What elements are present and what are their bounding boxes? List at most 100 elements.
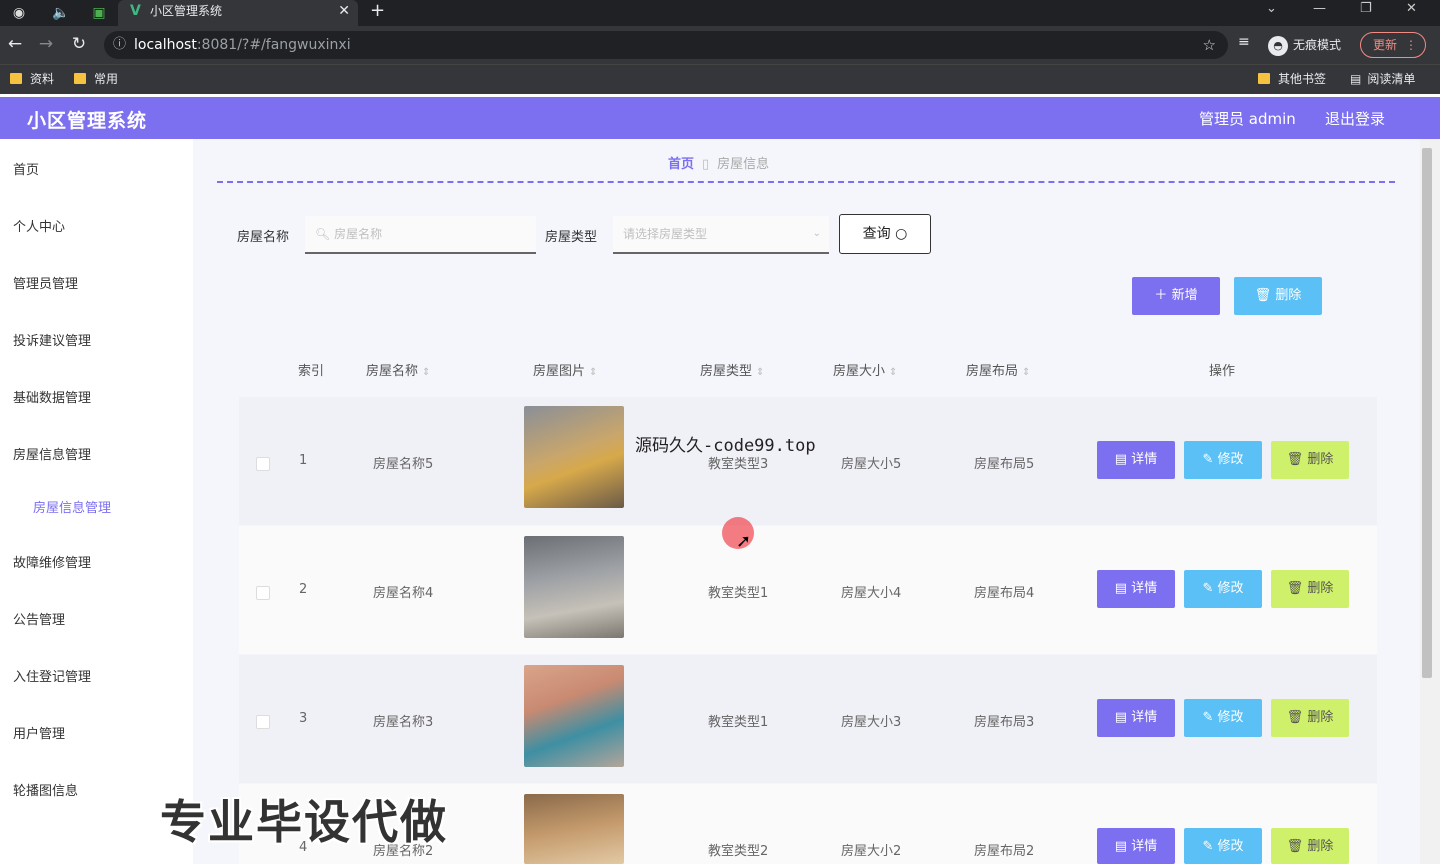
search-icon: 🔍︎: [315, 227, 331, 241]
edit-button[interactable]: ✎ 修改: [1184, 828, 1262, 864]
sort-icon[interactable]: ⇕: [422, 367, 430, 378]
breadcrumb-separator-icon: ▯: [702, 157, 710, 172]
row-checkbox[interactable]: [256, 457, 270, 471]
logout-link[interactable]: 退出登录: [1325, 108, 1385, 129]
document-icon: ▤: [1114, 839, 1128, 854]
col-size[interactable]: 房屋大小 ⇕: [833, 360, 897, 379]
reading-list-icon[interactable]: ≡: [1238, 34, 1250, 50]
detail-button[interactable]: ▤ 详情: [1097, 828, 1175, 864]
query-button[interactable]: 查询 ○: [839, 214, 931, 254]
pencil-icon: ✎: [1202, 452, 1214, 467]
house-photo: [524, 406, 624, 508]
trash-icon: 🗑︎: [1254, 288, 1272, 303]
vue-logo-icon: V: [130, 3, 141, 19]
row-name: 房屋名称3: [373, 715, 434, 730]
add-button[interactable]: ＋ 新增: [1132, 277, 1220, 315]
url-field[interactable]: ⓘ localhost:8081/?#/fangwuxinxi ☆: [104, 31, 1228, 59]
house-type-select[interactable]: 请选择房屋类型 ⌄: [613, 216, 829, 254]
sort-icon[interactable]: ⇕: [756, 367, 764, 378]
new-tab-icon[interactable]: +: [370, 0, 385, 22]
row-checkbox[interactable]: [256, 586, 270, 600]
col-image[interactable]: 房屋图片 ⇕: [533, 360, 597, 379]
divider: [217, 181, 1395, 183]
tab-close-icon[interactable]: ✕: [338, 0, 350, 22]
speaker-icon[interactable]: 🔈: [50, 2, 72, 24]
sidebar-item-checkin[interactable]: 入住登记管理: [13, 666, 91, 685]
browser-tab[interactable]: V 小区管理系统 ✕: [118, 0, 358, 26]
sidebar-item-carousel[interactable]: 轮播图信息: [13, 780, 78, 799]
plus-icon: ＋: [1154, 288, 1168, 303]
house-type-label: 房屋类型: [545, 230, 598, 245]
detail-button[interactable]: ▤ 详情: [1097, 441, 1175, 479]
trash-icon: 🗑︎: [1286, 710, 1304, 725]
bookmark-folder-2[interactable]: 常用: [74, 71, 118, 87]
tab-favicon-icon[interactable]: ▣: [88, 2, 110, 24]
sidebar-item-notices[interactable]: 公告管理: [13, 609, 65, 628]
url-host: localhost: [134, 37, 197, 53]
house-name-input[interactable]: 🔍︎ 房屋名称: [305, 216, 536, 254]
row-layout: 房屋布局4: [974, 586, 1035, 601]
window-close-icon[interactable]: ✕: [1406, 0, 1417, 18]
sidebar-item-complaints[interactable]: 投诉建议管理: [13, 330, 91, 349]
row-checkbox[interactable]: [256, 715, 270, 729]
sort-icon[interactable]: ⇕: [1022, 367, 1030, 378]
incognito-indicator[interactable]: ◓ 无痕模式: [1268, 34, 1341, 56]
folder-icon: [74, 73, 86, 84]
sidebar-item-houses[interactable]: 房屋信息管理: [13, 444, 91, 463]
edit-button[interactable]: ✎ 修改: [1184, 441, 1262, 479]
folder-icon: [1258, 73, 1270, 84]
sidebar-item-home[interactable]: 首页: [13, 159, 39, 178]
other-bookmarks[interactable]: 其他书签: [1258, 71, 1326, 87]
update-label: 更新: [1373, 38, 1398, 52]
delete-button[interactable]: 🗑︎ 删除: [1271, 570, 1349, 608]
reading-list[interactable]: ▤ 阅读清单: [1350, 71, 1415, 87]
app-header: 小区管理系统 管理员 admin 退出登录: [0, 97, 1440, 139]
sidebar-item-profile[interactable]: 个人中心: [13, 216, 65, 235]
batch-delete-button[interactable]: 🗑︎ 删除: [1234, 277, 1322, 315]
trash-icon: 🗑︎: [1286, 839, 1304, 854]
sidebar-subitem-houses[interactable]: 房屋信息管理: [33, 497, 111, 516]
row-name: 房屋名称5: [373, 457, 434, 472]
tab-search-icon[interactable]: ⌄: [1266, 0, 1277, 18]
col-layout[interactable]: 房屋布局 ⇕: [966, 360, 1030, 379]
col-type[interactable]: 房屋类型 ⇕: [700, 360, 764, 379]
edit-button[interactable]: ✎ 修改: [1184, 699, 1262, 737]
house-photo: [524, 536, 624, 638]
row-layout: 房屋布局2: [974, 844, 1035, 859]
browser-menu-icon[interactable]: ◉: [8, 2, 30, 24]
bookmarks-bar: 资料 常用 其他书签 ▤ 阅读清单: [0, 64, 1440, 94]
sidebar-item-base-data[interactable]: 基础数据管理: [13, 387, 91, 406]
table-row: 2 房屋名称4 教室类型1 房屋大小4 房屋布局4 ▤ 详情 ✎ 修改 🗑︎ 删…: [239, 526, 1377, 654]
current-user: 管理员 admin: [1199, 110, 1296, 128]
minimize-icon[interactable]: —: [1313, 0, 1326, 18]
reload-icon[interactable]: ↻: [69, 34, 89, 54]
breadcrumb-home[interactable]: 首页: [668, 157, 694, 172]
col-name[interactable]: 房屋名称 ⇕: [366, 360, 430, 379]
delete-button[interactable]: 🗑︎ 删除: [1271, 699, 1349, 737]
document-icon: ▤: [1114, 710, 1128, 725]
main-content: 首页 ▯ 房屋信息 房屋名称 🔍︎ 房屋名称 房屋类型 请选择房屋类型 ⌄ 查询 ○…: [193, 139, 1420, 864]
sidebar-item-repairs[interactable]: 故障维修管理: [13, 552, 91, 571]
breadcrumb: 首页 ▯ 房屋信息: [668, 153, 769, 172]
sort-icon[interactable]: ⇕: [589, 367, 597, 378]
scrollbar-thumb[interactable]: [1422, 148, 1432, 678]
bookmark-star-icon[interactable]: ☆: [1203, 31, 1216, 59]
sort-icon[interactable]: ⇕: [889, 367, 897, 378]
table-row: 3 房屋名称3 教室类型1 房屋大小3 房屋布局3 ▤ 详情 ✎ 修改 🗑︎ 删…: [239, 655, 1377, 783]
site-info-icon[interactable]: ⓘ: [113, 31, 126, 59]
sidebar-item-admins[interactable]: 管理员管理: [13, 273, 78, 292]
edit-button[interactable]: ✎ 修改: [1184, 570, 1262, 608]
row-type: 教室类型1: [708, 586, 769, 601]
house-name-label: 房屋名称: [237, 230, 290, 245]
forward-icon[interactable]: →: [36, 34, 56, 54]
detail-button[interactable]: ▤ 详情: [1097, 699, 1175, 737]
back-icon[interactable]: ←: [5, 34, 25, 54]
detail-button[interactable]: ▤ 详情: [1097, 570, 1175, 608]
row-type: 教室类型2: [708, 844, 769, 859]
bookmark-folder-1[interactable]: 资料: [10, 71, 54, 87]
delete-button[interactable]: 🗑︎ 删除: [1271, 441, 1349, 479]
update-button[interactable]: 更新 ⋮: [1360, 32, 1426, 58]
restore-icon[interactable]: ❐: [1360, 0, 1372, 18]
sidebar-item-users[interactable]: 用户管理: [13, 723, 65, 742]
delete-button[interactable]: 🗑︎ 删除: [1271, 828, 1349, 864]
